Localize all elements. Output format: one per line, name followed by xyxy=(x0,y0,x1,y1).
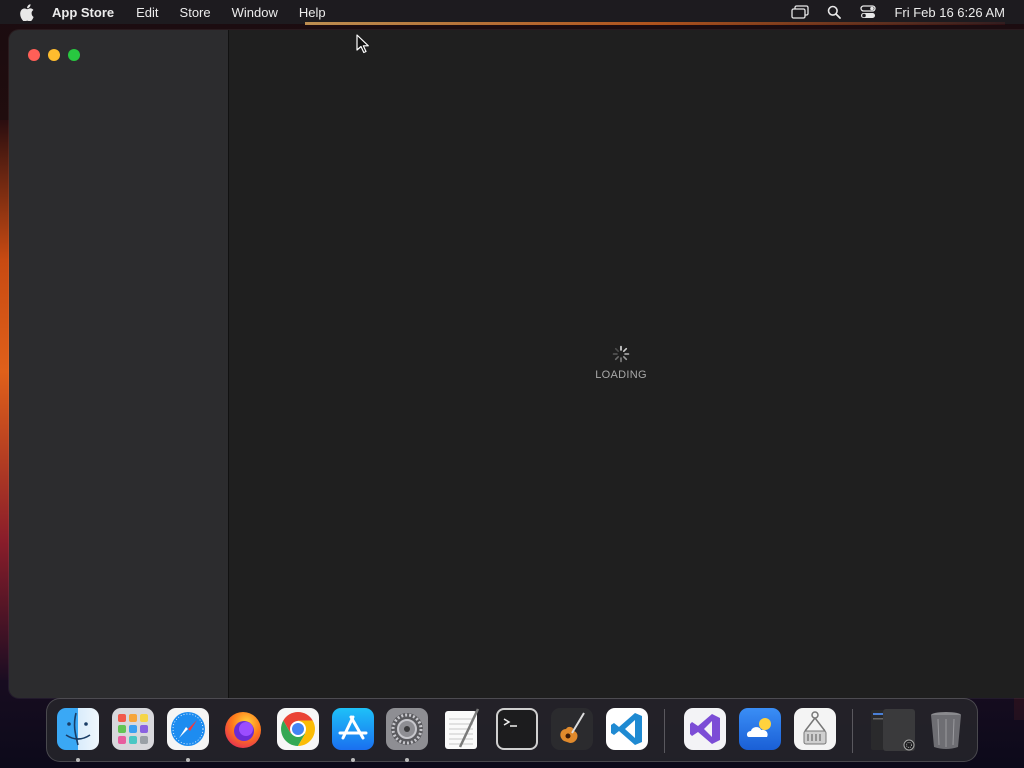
control-center-icon[interactable] xyxy=(858,4,878,20)
loading-indicator: LOADING xyxy=(590,345,652,381)
finder-icon[interactable] xyxy=(56,707,100,751)
sidebar xyxy=(9,30,229,698)
running-indicator xyxy=(405,758,409,762)
vscode-icon[interactable] xyxy=(605,707,649,751)
minimize-button[interactable] xyxy=(48,49,60,61)
app-store-icon[interactable] xyxy=(331,707,375,751)
textedit-icon[interactable] xyxy=(440,707,484,751)
visual-studio-icon[interactable] xyxy=(683,707,727,751)
menu-bar: App Store Edit Store Window Help Fri Feb… xyxy=(0,0,1024,24)
loading-label: LOADING xyxy=(595,369,647,381)
dock xyxy=(46,698,978,762)
trash-icon[interactable] xyxy=(924,707,968,751)
search-icon[interactable] xyxy=(824,4,844,20)
spinner-icon xyxy=(612,345,630,363)
garageband-icon[interactable] xyxy=(550,707,594,751)
menu-store[interactable]: Store xyxy=(180,5,211,20)
running-indicator xyxy=(186,758,190,762)
mouse-cursor-icon xyxy=(356,34,370,59)
dock-separator xyxy=(664,709,665,753)
running-indicator xyxy=(76,758,80,762)
menu-app-store[interactable]: App Store xyxy=(52,5,114,20)
window-controls xyxy=(28,49,80,61)
close-button[interactable] xyxy=(28,49,40,61)
dock-separator xyxy=(852,709,853,753)
menu-help[interactable]: Help xyxy=(299,5,326,20)
archive-utility-icon[interactable] xyxy=(793,707,837,751)
launchpad-icon[interactable] xyxy=(111,707,155,751)
chrome-icon[interactable] xyxy=(276,707,320,751)
safari-icon[interactable] xyxy=(166,707,210,751)
menu-window[interactable]: Window xyxy=(232,5,278,20)
running-indicator xyxy=(351,758,355,762)
terminal-icon[interactable] xyxy=(495,707,539,751)
loading-progress-bar xyxy=(305,22,1005,25)
menu-bar-clock[interactable]: Fri Feb 16 6:26 AM xyxy=(894,5,1005,20)
firefox-icon[interactable] xyxy=(221,707,265,751)
screen-mirroring-icon[interactable] xyxy=(790,4,810,20)
app-store-window xyxy=(9,30,1024,698)
downloads-stack-icon[interactable] xyxy=(869,707,915,751)
zoom-button[interactable] xyxy=(68,49,80,61)
menu-edit[interactable]: Edit xyxy=(136,5,158,20)
system-settings-icon[interactable] xyxy=(385,707,429,751)
weather-icon[interactable] xyxy=(738,707,782,751)
apple-menu-icon[interactable] xyxy=(18,3,36,21)
